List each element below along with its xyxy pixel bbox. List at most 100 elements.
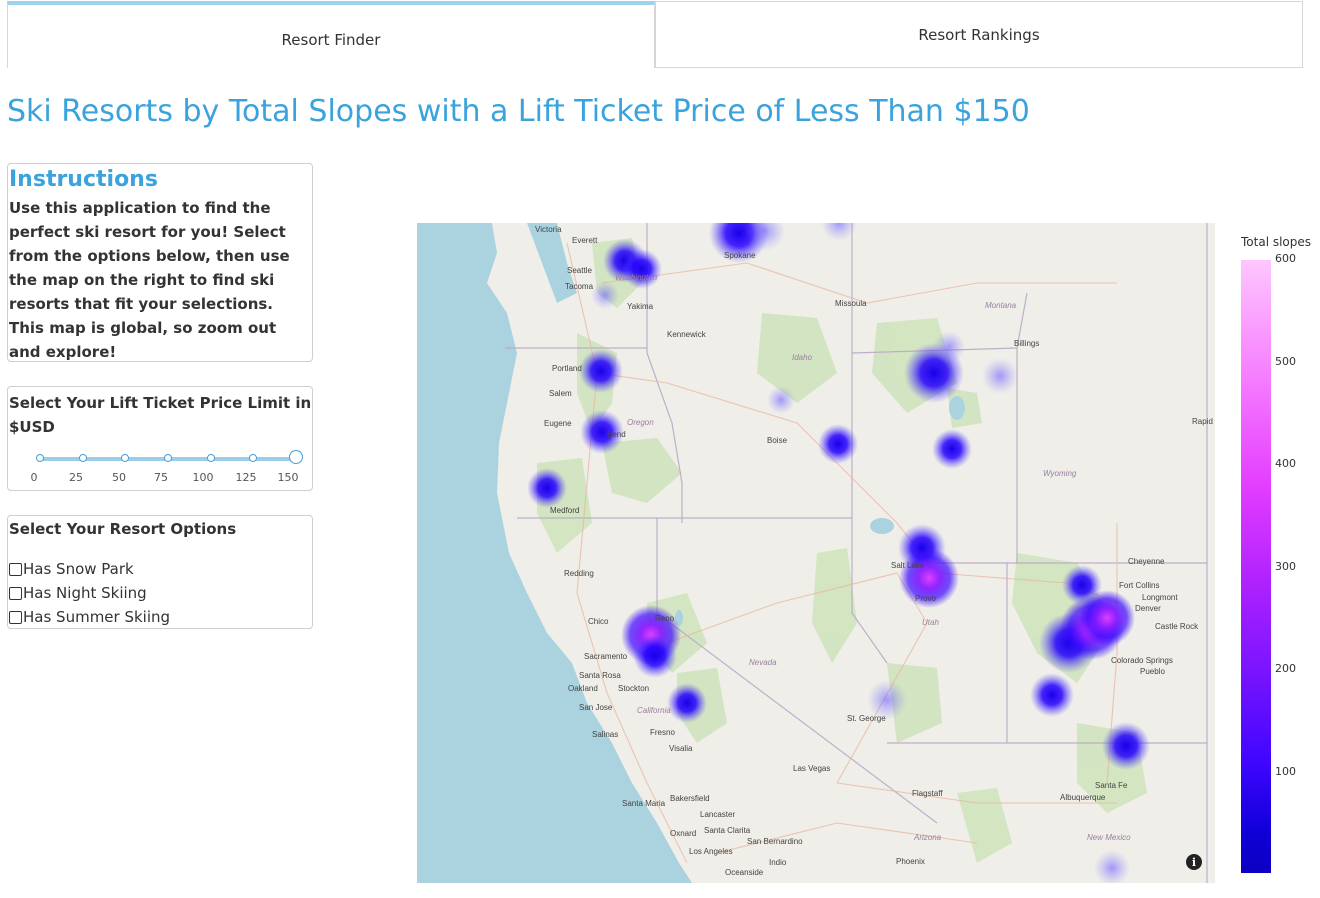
map-label: Santa Fe — [1095, 781, 1128, 790]
tab-bar: Resort Finder Resort Rankings — [7, 1, 1303, 69]
option-label: Has Summer Skiing — [23, 608, 171, 626]
instructions-panel: Instructions Use this application to fin… — [7, 163, 313, 362]
price-filter-label: Select Your Lift Ticket Price Limit in $… — [9, 394, 312, 436]
map-label: Idaho — [792, 353, 813, 362]
map-label: Fort Collins — [1119, 581, 1159, 590]
map-label: Phoenix — [896, 857, 925, 866]
map-label: Wyoming — [1043, 469, 1077, 478]
slider-mark[interactable] — [121, 454, 130, 462]
map-label: New Mexico — [1087, 833, 1131, 842]
slider-mark[interactable] — [164, 454, 172, 462]
map-label: Santa Rosa — [579, 671, 621, 680]
colorbar-tick: 600 — [1275, 252, 1296, 265]
page-title: Ski Resorts by Total Slopes with a Lift … — [7, 94, 1030, 129]
checkbox[interactable] — [9, 610, 22, 624]
map-label: Montana — [985, 301, 1017, 310]
map-label: Eugene — [544, 419, 572, 428]
map-label: St. George — [847, 714, 886, 723]
map-label: Colorado Springs — [1111, 656, 1173, 665]
map-label: Oakland — [568, 684, 598, 693]
map-label: Washington — [615, 273, 658, 282]
map-label: Las Vegas — [793, 764, 830, 773]
map-label: Indio — [769, 858, 787, 867]
instructions-title: Instructions — [9, 167, 158, 192]
map-label: Visalia — [669, 744, 693, 753]
map-label: Reno — [655, 614, 675, 623]
map-label: Oceanside — [725, 868, 764, 877]
map-label: Salinas — [592, 730, 618, 739]
map-label: Pueblo — [1140, 667, 1165, 676]
map-label: Billings — [1014, 339, 1039, 348]
map-label: Nevada — [749, 658, 777, 667]
colorbar-tick: 300 — [1275, 560, 1296, 573]
option-label: Has Snow Park — [23, 560, 134, 578]
map-label: Bend — [607, 430, 626, 439]
map-label: Fresno — [650, 728, 675, 737]
option-night-skiing[interactable]: Has Night Skiing — [9, 581, 312, 605]
option-summer-skiing[interactable]: Has Summer Skiing — [9, 605, 312, 629]
slider-mark-label: 125 — [235, 471, 257, 484]
map-label: Castle Rock — [1155, 622, 1199, 631]
map-label: Santa Clarita — [704, 826, 751, 835]
map-label: Salt Lake — [891, 561, 925, 570]
checkbox[interactable] — [9, 562, 22, 576]
slider-mark-label: 50 — [112, 471, 126, 484]
colorbar-title: Total slopes — [1241, 235, 1312, 249]
map-label: Everett — [572, 236, 598, 245]
tab-resort-rankings[interactable]: Resort Rankings — [655, 1, 1303, 68]
slider-mark-label: 100 — [192, 471, 214, 484]
option-snow-park[interactable]: Has Snow Park — [9, 557, 312, 581]
slider-mark-label: 0 — [30, 471, 38, 484]
slider-handle[interactable] — [289, 450, 303, 464]
map-label: Victoria — [535, 225, 562, 234]
map-label: Rapid City — [1192, 417, 1215, 426]
colorbar — [1241, 260, 1271, 873]
map-label: Portland — [552, 364, 582, 373]
map-label: Utah — [922, 618, 939, 627]
map-label: Oxnard — [670, 829, 696, 838]
map-label: Kennewick — [667, 330, 707, 339]
slider-mark[interactable] — [249, 454, 258, 462]
map-label: Oregon — [627, 418, 654, 427]
map-label: Los Angeles — [689, 847, 733, 856]
resort-options-panel: Select Your Resort Options Has Snow Park… — [7, 515, 313, 629]
map-label: Missoula — [835, 299, 867, 308]
checkbox[interactable] — [9, 586, 22, 600]
map-canvas[interactable]: Victoria Everett Seattle Tacoma Washingt… — [417, 223, 1215, 883]
price-slider[interactable] — [36, 450, 303, 464]
map-label: Longmont — [1142, 593, 1178, 602]
map-label: Tacoma — [565, 282, 594, 291]
map-label: Redding — [564, 569, 594, 578]
slider-mark[interactable] — [78, 454, 87, 462]
slider-mark-label: 75 — [154, 471, 168, 484]
option-label: Has Night Skiing — [23, 584, 147, 602]
map-label: Medford — [550, 506, 579, 515]
price-filter-panel: Select Your Lift Ticket Price Limit in $… — [7, 386, 313, 491]
map-label: Lancaster — [700, 810, 735, 819]
colorbar-tick: 500 — [1275, 355, 1296, 368]
map-label: California — [637, 706, 671, 715]
colorbar-tick: 200 — [1275, 662, 1296, 675]
map-label: Cheyenne — [1128, 557, 1165, 566]
info-icon[interactable]: i — [1186, 854, 1202, 870]
slider-mark[interactable] — [206, 454, 215, 462]
slider-mark-label: 150 — [277, 471, 299, 484]
map-label: Denver — [1135, 604, 1161, 613]
density-map[interactable]: Victoria Everett Seattle Tacoma Washingt… — [417, 223, 1215, 883]
slider-mark[interactable] — [36, 454, 44, 462]
map-label: Albuquerque — [1060, 793, 1106, 802]
map-label: Salem — [549, 389, 572, 398]
map-label: San Bernardino — [747, 837, 803, 846]
slider-mark-label: 25 — [69, 471, 83, 484]
map-label: Santa Maria — [622, 799, 666, 808]
map-label: San Jose — [579, 703, 613, 712]
tab-resort-finder[interactable]: Resort Finder — [7, 1, 655, 68]
map-label: Arizona — [913, 833, 942, 842]
resort-options-title: Select Your Resort Options — [9, 520, 237, 538]
instructions-text: Use this application to find the perfect… — [9, 199, 290, 361]
map-label: Spokane — [724, 251, 756, 260]
map-label: Chico — [588, 617, 609, 626]
map-label: Provo — [915, 594, 936, 603]
colorbar-tick: 100 — [1275, 765, 1296, 778]
map-label: Sacramento — [584, 652, 628, 661]
